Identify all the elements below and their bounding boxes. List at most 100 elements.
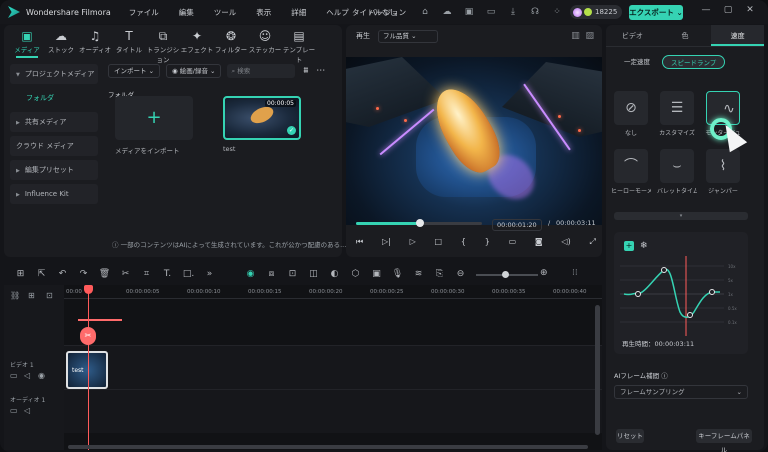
preset-hero-moment[interactable]: ⌒ [614, 149, 648, 183]
playback-progress[interactable] [356, 219, 482, 227]
reset-button[interactable]: リセット [616, 429, 644, 443]
keyframe-icon[interactable]: ◫ [303, 269, 324, 279]
redo-icon[interactable]: ↷ [73, 269, 94, 279]
tab-speed[interactable]: 速度 [711, 25, 765, 46]
playhead[interactable] [84, 285, 93, 450]
image-icon[interactable]: ▣ [462, 5, 476, 19]
layout-icon[interactable]: ⊞ [10, 269, 31, 279]
filter-icon[interactable]: ⩩ [303, 66, 308, 76]
headset-icon[interactable]: ☊ [528, 5, 542, 19]
timeline-video-clip[interactable]: test [66, 351, 108, 389]
snapshot-icon[interactable]: ◙ [535, 237, 543, 247]
sidebar-item-influence-kit[interactable]: ▶ Influence Kit [10, 184, 98, 204]
video-track[interactable] [64, 345, 602, 389]
track-settings-icon[interactable]: ⊡ [46, 291, 53, 300]
menu-edit[interactable]: 編集 [179, 7, 194, 18]
folder-icon[interactable]: ▭ [10, 406, 18, 415]
tab-effect[interactable]: ✦ エフェクト [180, 29, 214, 59]
speed-icon[interactable]: ◐ [324, 269, 345, 279]
stop-icon[interactable]: □ [435, 237, 443, 247]
quality-select[interactable]: フル品質 ⌄ [378, 29, 438, 43]
progress-knob[interactable] [416, 219, 425, 227]
audio-mix-icon[interactable]: ≋ [408, 269, 429, 279]
preset-customize[interactable]: ☰ [660, 91, 694, 125]
timeline-zoom-slider[interactable] [476, 271, 538, 278]
import-select[interactable]: インポート ⌄ [108, 64, 161, 78]
mask-icon[interactable]: ⬡ [345, 269, 366, 279]
eye-icon[interactable]: ◉ [38, 371, 45, 380]
audio-track[interactable] [64, 389, 602, 433]
timeline[interactable]: 00:00 00:00:00:05 00:00:00:10 00:00:00:1… [64, 285, 602, 450]
preset-bullet-time[interactable]: ⌣ [660, 149, 694, 183]
undo-icon[interactable]: ↶ [52, 269, 73, 279]
add-track-icon[interactable]: ⊞ [28, 291, 35, 300]
split-icon[interactable]: ✂ [115, 269, 136, 279]
import-media-tile[interactable]: + [115, 96, 193, 140]
select-icon[interactable]: ⇱ [31, 269, 52, 279]
split-scissors-icon[interactable]: ✂ [80, 327, 96, 345]
delete-icon[interactable]: 🗑 [94, 269, 115, 279]
shape-icon[interactable]: □. [178, 269, 199, 279]
menu-help[interactable]: ヘルプ [326, 7, 349, 18]
preset-jumper[interactable]: ⌇ [706, 149, 740, 183]
step-back-icon[interactable]: ▷| [382, 237, 391, 247]
tab-color[interactable]: 色 [659, 25, 712, 46]
sidebar-item-shared-media[interactable]: ▶ 共有メディア [10, 112, 98, 132]
sidebar-item-edit-presets[interactable]: ▶ 編集プリセット [10, 160, 98, 180]
export-button[interactable]: エクスポート ⌄ [629, 5, 683, 20]
speed-curve-editor[interactable]: + ❄ 10x 5x 1x 0.5x 0.1x [614, 232, 748, 354]
microphone-icon[interactable]: 🎙 [387, 269, 408, 279]
sort-select[interactable]: ◉ 絵画/録音 ⌄ [166, 64, 222, 78]
more-tools-icon[interactable]: » [199, 269, 220, 279]
tab-filter[interactable]: ❂ フィルター [214, 29, 248, 59]
mark-out-icon[interactable]: } [485, 237, 490, 247]
grid-icon[interactable]: ⁞⁞ [572, 268, 578, 278]
tab-media[interactable]: ▣ メディア [10, 29, 44, 59]
tab-sticker[interactable]: ☺ ステッカー [248, 29, 282, 59]
maximize-icon[interactable]: ▢ [717, 5, 739, 15]
preset-none[interactable]: ⊘ [614, 91, 648, 125]
tab-template[interactable]: ▤ テンプレート [282, 29, 316, 64]
media-clip-thumbnail[interactable]: 00:00:05 ✓ [223, 96, 301, 140]
search-input[interactable]: ⌕ 検索 [227, 64, 296, 78]
freeze-frame-icon[interactable]: ❄ [640, 241, 648, 251]
apps-icon[interactable]: ⁘ [550, 5, 564, 19]
sidebar-item-folder[interactable]: フォルダ [10, 88, 98, 108]
tab-stock[interactable]: ☁ ストック [44, 29, 78, 59]
tab-video[interactable]: ビデオ [606, 25, 659, 46]
timeline-ruler[interactable]: 00:00 00:00:00:05 00:00:00:10 00:00:00:1… [64, 285, 602, 299]
tab-title[interactable]: T タイトル [112, 29, 146, 59]
menu-file[interactable]: ファイル [129, 7, 159, 18]
project-title[interactable]: タイトルなし [352, 7, 397, 18]
record-icon[interactable]: ▣ [366, 269, 387, 279]
magnet-icon[interactable]: ◉ [240, 269, 261, 279]
more-icon[interactable]: ⋯ [316, 66, 325, 76]
mute-icon[interactable]: ◁ [24, 406, 30, 415]
link-icon[interactable]: ⛓ [10, 291, 20, 300]
tab-transition[interactable]: ⧉ トランジション [146, 29, 180, 64]
zoom-out-icon[interactable]: ⊖ [450, 269, 471, 279]
compare-icon[interactable]: ▥ ▨ [571, 31, 594, 41]
playhead-handle[interactable] [84, 285, 93, 294]
folder-icon[interactable]: ▭ [10, 371, 18, 380]
cloud-upload-icon[interactable]: ☁ [440, 5, 454, 19]
add-keyframe-icon[interactable]: + [624, 241, 634, 251]
volume-icon[interactable]: ◁) [561, 237, 570, 247]
text-icon[interactable]: T. [157, 269, 178, 279]
minimize-icon[interactable]: — [695, 5, 717, 15]
display-icon[interactable]: ▭ [509, 237, 517, 247]
crop-icon[interactable]: ⌗ [136, 269, 157, 279]
uniform-speed-tab[interactable]: 一定速度 [616, 55, 658, 69]
render-icon[interactable]: ⎘ [429, 269, 450, 279]
ai-cut-icon[interactable]: ⧈ [261, 269, 282, 279]
video-preview[interactable] [346, 57, 602, 225]
zoom-in-icon[interactable]: ⊕ [540, 268, 548, 278]
menu-view[interactable]: 表示 [256, 7, 271, 18]
keyframe-panel-button[interactable]: キーフレームパネル [696, 429, 752, 452]
gift-icon[interactable]: ⌂ [418, 5, 432, 19]
fullscreen-icon[interactable]: ⤢ [589, 237, 595, 247]
prev-frame-icon[interactable]: ⏮ [356, 237, 363, 247]
zoom-knob[interactable] [502, 271, 509, 278]
mark-in-icon[interactable]: { [461, 237, 466, 247]
player-tab[interactable]: 再生 [356, 31, 370, 41]
